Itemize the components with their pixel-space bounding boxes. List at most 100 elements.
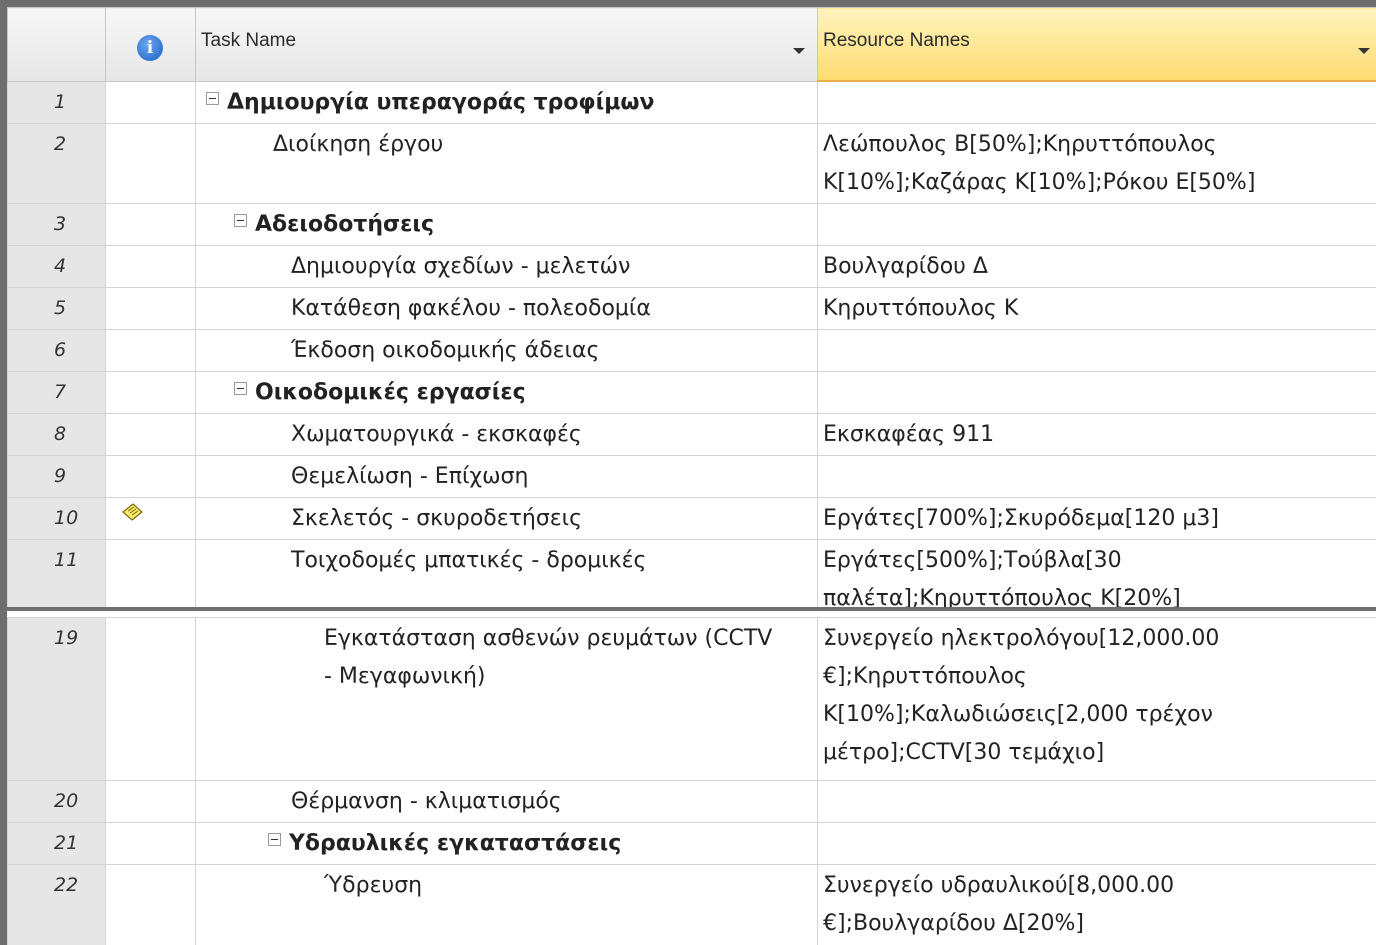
bottom-pane: 19 Εγκατάσταση ασθενών ρευμάτων (CCTV - … (7, 617, 1376, 945)
note-icon[interactable] (120, 502, 144, 522)
task-name-text: Υδραυλικές εγκαταστάσεις (289, 831, 622, 856)
task-name-header-label: Task Name (201, 30, 297, 51)
resource-names-cell[interactable] (817, 822, 1376, 865)
dropdown-arrow-icon[interactable] (1358, 48, 1370, 54)
task-name-text: Δημιουργία υπεραγοράς τροφίμων (227, 89, 655, 115)
task-name-cell[interactable]: Διοίκηση έργου (195, 122, 818, 204)
task-name-cell[interactable]: Σκελετός - σκυροδετήσεις (195, 496, 818, 540)
indicator-cell (105, 244, 196, 288)
task-name-cell[interactable]: Θεμελίωση - Επίχωση (195, 454, 818, 498)
table-row[interactable]: 1 Δημιουργία υπεραγοράς τροφίμων (7, 80, 1376, 124)
task-name-column-header[interactable]: Task Name (195, 7, 818, 82)
task-name-cell[interactable]: Υδραυλικές εγκαταστάσεις (195, 822, 818, 865)
info-icon: i (137, 35, 163, 61)
indicator-cell (105, 617, 196, 781)
table-row[interactable]: 11 Τοιχοδομές μπατικές - δρομικές Εργάτε… (7, 538, 1376, 607)
indicator-cell[interactable] (105, 496, 196, 540)
row-id[interactable]: 22 (7, 864, 106, 945)
row-id[interactable]: 21 (7, 822, 106, 865)
table-row[interactable]: 10 Σκελετός - σκυροδετήσεις Εργάτες[700%… (7, 496, 1376, 540)
row-id[interactable]: 7 (7, 370, 106, 414)
resource-names-cell[interactable]: Συνεργείο ηλεκτρολόγου[12,000.00 €];Κηρυ… (817, 617, 1376, 781)
row-id[interactable]: 4 (7, 244, 106, 288)
table-row[interactable]: 2 Διοίκηση έργου Λεώπουλος Β[50%];Κηρυττ… (7, 122, 1376, 204)
task-name-cell[interactable]: Έκδοση οικοδομικής άδειας (195, 328, 818, 372)
task-name-cell[interactable]: Χωματουργικά - εκσκαφές (195, 412, 818, 456)
table-row[interactable]: 4 Δημιουργία σχεδίων - μελετών Βουλγαρίδ… (7, 244, 1376, 288)
row-id[interactable]: 20 (7, 780, 106, 823)
resource-names-header-label: Resource Names (823, 30, 970, 51)
table-row[interactable]: 20 Θέρμανση - κλιματισμός (7, 780, 1376, 823)
table-row[interactable]: 9 Θεμελίωση - Επίχωση (7, 454, 1376, 498)
indicator-cell (105, 202, 196, 246)
indicator-cell (105, 328, 196, 372)
indicator-cell (105, 80, 196, 124)
resource-names-cell[interactable]: Εκσκαφέας 911 (817, 412, 1376, 456)
gantt-table-view: i Task Name Resource Names 1 Δημιουργία … (0, 0, 1376, 945)
row-id[interactable]: 1 (7, 80, 106, 124)
indicator-cell (105, 454, 196, 498)
task-name-cell[interactable]: Κατάθεση φακέλου - πολεοδομία (195, 286, 818, 330)
resource-names-cell[interactable]: Συνεργείο υδραυλικού[8,000.00 €];Βουλγαρ… (817, 864, 1376, 945)
resource-names-cell[interactable]: Εργάτες[500%];Τούβλα[30 παλέτα];Κηρυττόπ… (817, 538, 1376, 607)
row-id[interactable]: 3 (7, 202, 106, 246)
resource-names-cell[interactable] (817, 328, 1376, 372)
resource-names-cell[interactable] (817, 780, 1376, 823)
resource-names-cell[interactable]: Λεώπουλος Β[50%];Κηρυττόπουλος Κ[10%];Κα… (817, 122, 1376, 204)
indicator-cell (105, 822, 196, 865)
task-name-cell[interactable]: Οικοδομικές εργασίες (195, 370, 818, 414)
collapse-minus-icon[interactable] (234, 213, 247, 227)
task-name-text: Οικοδομικές εργασίες (255, 379, 526, 405)
collapse-minus-icon[interactable] (268, 833, 281, 846)
indicator-cell (105, 538, 196, 607)
top-pane: i Task Name Resource Names 1 Δημιουργία … (7, 7, 1376, 607)
table-row[interactable]: 6 Έκδοση οικοδομικής άδειας (7, 328, 1376, 372)
row-id[interactable]: 9 (7, 454, 106, 498)
table-row[interactable]: 8 Χωματουργικά - εκσκαφές Εκσκαφέας 911 (7, 412, 1376, 456)
task-name-cell[interactable]: Αδειοδοτήσεις (195, 202, 818, 246)
split-divider[interactable] (7, 607, 1376, 617)
table-row[interactable]: 22 Ύδρευση Συνεργείο υδραυλικού[8,000.00… (7, 864, 1376, 945)
row-id[interactable]: 19 (7, 617, 106, 781)
row-id[interactable]: 11 (7, 538, 106, 607)
task-name-cell[interactable]: Εγκατάσταση ασθενών ρευμάτων (CCTV - Μεγ… (195, 617, 818, 781)
indicator-cell (105, 122, 196, 204)
row-id[interactable]: 2 (7, 122, 106, 204)
task-name-cell[interactable]: Δημιουργία υπεραγοράς τροφίμων (195, 80, 818, 124)
indicators-column-header[interactable]: i (105, 7, 196, 82)
task-name-cell[interactable]: Τοιχοδομές μπατικές - δρομικές (195, 538, 818, 607)
resource-names-cell[interactable]: Κηρυττόπουλος Κ (817, 286, 1376, 330)
column-header-row: i Task Name Resource Names (7, 7, 1376, 82)
indicator-cell (105, 412, 196, 456)
task-name-cell[interactable]: Ύδρευση (195, 864, 818, 945)
table-row[interactable]: 5 Κατάθεση φακέλου - πολεοδομία Κηρυττόπ… (7, 286, 1376, 330)
indicator-cell (105, 864, 196, 945)
task-name-cell[interactable]: Δημιουργία σχεδίων - μελετών (195, 244, 818, 288)
table-row[interactable]: 21 Υδραυλικές εγκαταστάσεις (7, 822, 1376, 865)
task-name-text: Αδειοδοτήσεις (255, 211, 434, 237)
row-id[interactable]: 5 (7, 286, 106, 330)
resource-names-cell[interactable] (817, 370, 1376, 414)
task-sheet-bottom: 19 Εγκατάσταση ασθενών ρευμάτων (CCTV - … (7, 617, 1376, 945)
row-id[interactable]: 10 (7, 496, 106, 540)
task-sheet-top: i Task Name Resource Names 1 Δημιουργία … (7, 7, 1376, 607)
resource-names-column-header[interactable]: Resource Names (817, 7, 1376, 82)
indicator-cell (105, 286, 196, 330)
resource-names-cell[interactable] (817, 202, 1376, 246)
row-id[interactable]: 6 (7, 328, 106, 372)
resource-names-cell[interactable]: Εργάτες[700%];Σκυρόδεμα[120 μ3] (817, 496, 1376, 540)
table-row[interactable]: 19 Εγκατάσταση ασθενών ρευμάτων (CCTV - … (7, 617, 1376, 781)
collapse-minus-icon[interactable] (234, 381, 247, 395)
select-all-corner[interactable] (7, 7, 106, 82)
task-name-cell[interactable]: Θέρμανση - κλιματισμός (195, 780, 818, 823)
collapse-minus-icon[interactable] (206, 91, 219, 105)
row-id[interactable]: 8 (7, 412, 106, 456)
indicator-cell (105, 780, 196, 823)
dropdown-arrow-icon[interactable] (793, 48, 805, 54)
resource-names-cell[interactable] (817, 80, 1376, 124)
table-row[interactable]: 3 Αδειοδοτήσεις (7, 202, 1376, 246)
indicator-cell (105, 370, 196, 414)
resource-names-cell[interactable]: Βουλγαρίδου Δ (817, 244, 1376, 288)
resource-names-cell[interactable] (817, 454, 1376, 498)
table-row[interactable]: 7 Οικοδομικές εργασίες (7, 370, 1376, 414)
